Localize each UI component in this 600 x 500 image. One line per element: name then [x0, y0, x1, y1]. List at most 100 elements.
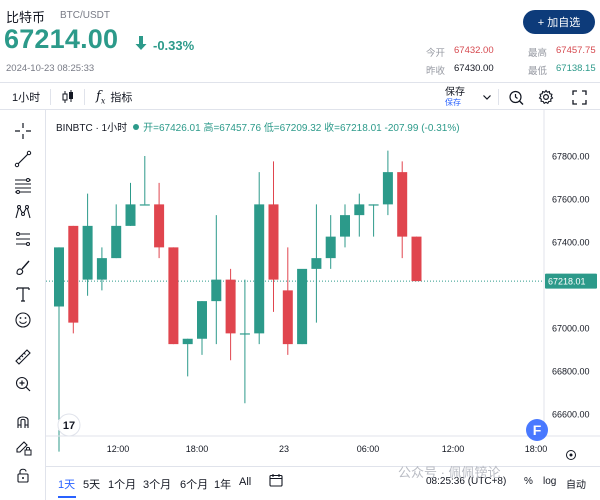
- candle: [297, 268, 308, 345]
- active-range-indicator: [58, 496, 76, 498]
- range-button[interactable]: 1年: [214, 476, 231, 492]
- save-label: 保存: [445, 87, 465, 98]
- chevron-down-icon[interactable]: [482, 83, 492, 111]
- candle-body: [139, 204, 150, 206]
- candle-body: [282, 290, 293, 345]
- candle: [239, 279, 250, 404]
- candle: [254, 172, 265, 345]
- pencil-lock-icon[interactable]: [12, 436, 34, 458]
- candle-body: [239, 333, 250, 335]
- chart-toolbar: 1小时 fx 指标 保存 保存: [0, 82, 600, 110]
- watermark-text: 公众号 · 佩佩镑论: [398, 465, 501, 480]
- candle: [325, 215, 336, 269]
- candle-body: [82, 225, 93, 280]
- candle-body: [397, 172, 408, 237]
- indicators-label: 指标: [110, 92, 133, 104]
- indicators-button[interactable]: fx 指标: [96, 83, 132, 111]
- candle: [154, 182, 165, 259]
- save-sublabel: 保存: [445, 98, 461, 107]
- range-button[interactable]: 3个月: [143, 476, 171, 492]
- candles-icon[interactable]: [60, 83, 76, 111]
- candle: [96, 247, 107, 291]
- candle-body: [96, 258, 107, 280]
- emoji-icon[interactable]: [12, 309, 34, 331]
- range-button[interactable]: 6个月: [180, 476, 208, 492]
- quote-header: 比特币 BTC/USDT 67214.00 -0.33% 2024-10-23 …: [0, 0, 600, 80]
- trendline-icon[interactable]: [12, 148, 34, 170]
- candle-body: [268, 204, 279, 280]
- candlestick-chart[interactable]: 67800.0067600.0067400.0067200.0067000.00…: [46, 110, 600, 466]
- add-watchlist-button[interactable]: + 加自选: [523, 10, 595, 34]
- fib-icon[interactable]: [12, 174, 34, 196]
- text-icon[interactable]: [12, 283, 34, 305]
- log-toggle[interactable]: log: [543, 476, 556, 487]
- coin-pair: BTC/USDT: [60, 10, 110, 21]
- candle-body: [254, 204, 265, 334]
- fx-icon: fx: [96, 88, 106, 106]
- chart-app: 比特币 BTC/USDT 67214.00 -0.33% 2024-10-23 …: [0, 0, 600, 500]
- price-tick-label: 66600.00: [552, 410, 590, 420]
- last-price: 67214.00: [4, 24, 119, 54]
- crosshair-icon[interactable]: [12, 120, 34, 142]
- candle: [82, 193, 93, 296]
- save-button[interactable]: 保存 保存: [445, 83, 465, 111]
- prev-close-value: 67430.00: [454, 63, 494, 74]
- lock-icon[interactable]: [12, 464, 34, 486]
- fullscreen-icon[interactable]: [572, 83, 587, 111]
- replay-icon[interactable]: [508, 83, 525, 111]
- brand-f-icon[interactable]: F: [526, 419, 548, 441]
- open-value: 67432.00: [454, 45, 494, 56]
- current-price-label: 67218.01: [548, 277, 586, 287]
- measure-icon[interactable]: [12, 228, 34, 250]
- candle-body: [197, 301, 207, 339]
- range-button[interactable]: 1个月: [108, 476, 136, 492]
- time-axis[interactable]: 12:00 18:00 23 06:00 12:00 18:00: [46, 435, 600, 454]
- open-label: 今开: [426, 48, 446, 59]
- range-button[interactable]: 1天: [58, 476, 75, 492]
- pattern-icon[interactable]: [12, 201, 34, 223]
- time-tick-label: 12:00: [442, 444, 465, 454]
- candle-body: [340, 215, 350, 237]
- price-tick-label: 67600.00: [552, 195, 590, 205]
- candle: [282, 247, 293, 355]
- ruler-icon[interactable]: [12, 346, 34, 368]
- range-button[interactable]: 5天: [83, 476, 100, 492]
- candle: [382, 150, 393, 216]
- range-button[interactable]: All: [239, 476, 251, 488]
- candle-body: [411, 236, 422, 282]
- gear-icon[interactable]: [538, 83, 554, 111]
- svg-text:F: F: [533, 422, 542, 438]
- candle-body: [211, 279, 222, 302]
- zoom-in-icon[interactable]: [12, 373, 34, 395]
- candle: [139, 156, 150, 206]
- time-tick-label: 23: [279, 444, 289, 454]
- candle: [340, 204, 350, 248]
- candle: [125, 182, 136, 226]
- candle: [311, 204, 322, 323]
- low-value: 67138.15: [556, 63, 596, 74]
- low-label: 最低: [528, 66, 548, 77]
- time-tick-label: 12:00: [107, 444, 130, 454]
- auto-toggle[interactable]: 自动: [566, 476, 586, 491]
- candle-body: [168, 247, 179, 345]
- price-axis[interactable]: 67800.0067600.0067400.0067200.0067000.00…: [543, 110, 597, 436]
- candle-body: [68, 225, 79, 323]
- magnet-icon[interactable]: [12, 410, 34, 432]
- candle: [268, 161, 279, 312]
- percent-toggle[interactable]: %: [524, 476, 533, 487]
- high-label: 最高: [528, 48, 548, 59]
- candle-body: [311, 258, 322, 269]
- toolbar-divider: [50, 89, 51, 105]
- date-range-icon[interactable]: [269, 473, 283, 490]
- price-change: -0.33%: [153, 38, 195, 53]
- candle-body: [54, 247, 64, 307]
- settings-small-icon[interactable]: [566, 450, 576, 460]
- high-value: 67457.75: [556, 45, 596, 56]
- candle-body: [182, 338, 193, 345]
- candle: [68, 225, 79, 334]
- candle: [182, 338, 193, 377]
- candle: [368, 204, 379, 237]
- candles: [54, 150, 422, 452]
- brush-icon[interactable]: [12, 256, 34, 278]
- interval-selector[interactable]: 1小时: [12, 83, 40, 111]
